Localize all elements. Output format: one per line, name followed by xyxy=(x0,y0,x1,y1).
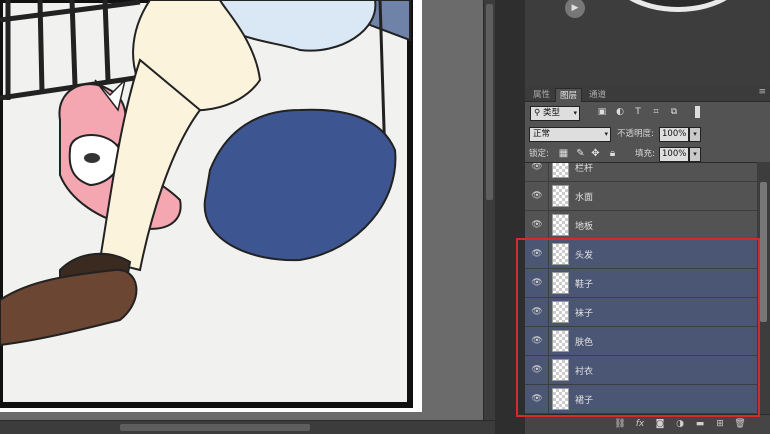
artwork-illustration xyxy=(0,0,483,420)
layer-thumbnail xyxy=(552,163,569,178)
blend-row: 正常 ▾ 不透明度: 100% ▾ xyxy=(525,124,770,146)
navigator-preview: ▶ xyxy=(525,0,770,86)
layers-bottom-bar: ⛓ fx ◙ ◑ ▬ ⊞ 🗑︎ xyxy=(525,414,770,434)
layer-name: 水面 xyxy=(575,193,594,203)
folder-icon[interactable]: ▬ xyxy=(693,418,707,431)
lock-label: 锁定: xyxy=(529,149,549,159)
canvas-vertical-scrollbar[interactable] xyxy=(483,0,495,420)
eye-icon[interactable]: 👁︎ xyxy=(528,335,546,347)
play-icon[interactable]: ▶ xyxy=(565,0,585,18)
shape-filter-icon[interactable]: ⌗ xyxy=(651,107,661,117)
layer-row[interactable]: 👁︎ 裙子 xyxy=(525,385,757,414)
eye-icon[interactable]: 👁︎ xyxy=(528,190,546,202)
layer-thumbnail xyxy=(552,359,569,381)
eye-icon[interactable]: 👁︎ xyxy=(528,163,546,173)
lock-position-icon[interactable]: ✥ xyxy=(590,148,601,159)
tab-layers[interactable]: 图层 xyxy=(555,88,583,102)
divider xyxy=(548,211,549,240)
layer-row[interactable]: 👁︎ 栏杆 xyxy=(525,163,757,182)
layers-panel: ▶ 属性 图层 通道 ≡ ⚲ 类型 ▾ ▣ ◐ T ⌗ ⧉ 正常 ▾ 不透明度: 1… xyxy=(525,0,770,434)
smart-object-filter-icon[interactable]: ⧉ xyxy=(669,107,679,117)
divider xyxy=(548,269,549,298)
eye-icon[interactable]: 👁︎ xyxy=(528,277,546,289)
new-layer-icon[interactable]: ⊞ xyxy=(713,418,727,431)
filter-kind-label: 类型 xyxy=(542,108,560,118)
layer-row[interactable]: 👁︎ 鞋子 xyxy=(525,269,757,298)
divider xyxy=(548,240,549,269)
eye-icon[interactable]: 👁︎ xyxy=(528,364,546,376)
dock-divider xyxy=(495,0,525,434)
layer-name: 衬衣 xyxy=(575,367,594,377)
document-canvas[interactable] xyxy=(0,0,483,420)
pixel-filter-icon[interactable]: ▣ xyxy=(597,107,607,117)
fill-input[interactable]: 100% xyxy=(659,147,689,162)
panel-tabbar: 属性 图层 通道 ≡ xyxy=(525,86,770,102)
divider xyxy=(548,356,549,385)
layer-row[interactable]: 👁︎ 地板 xyxy=(525,211,757,240)
tab-properties[interactable]: 属性 xyxy=(529,88,554,102)
fill-slider-arrow[interactable]: ▾ xyxy=(689,147,701,162)
layer-filter-row: ⚲ 类型 ▾ ▣ ◐ T ⌗ ⧉ xyxy=(525,103,770,125)
scroll-thumb[interactable] xyxy=(486,4,493,200)
lock-transparency-icon[interactable]: ▦ xyxy=(558,148,569,159)
opacity-input[interactable]: 100% xyxy=(659,127,689,142)
blend-mode-dropdown[interactable]: 正常 ▾ xyxy=(529,127,611,142)
lock-brush-icon[interactable]: ✎ xyxy=(575,148,586,159)
divider xyxy=(548,298,549,327)
layer-name: 鞋子 xyxy=(575,280,594,290)
layer-name: 裙子 xyxy=(575,396,594,406)
opacity-label: 不透明度: xyxy=(617,129,654,139)
divider xyxy=(548,163,549,182)
layer-row[interactable]: 👁︎ 衬衣 xyxy=(525,356,757,385)
layer-thumbnail xyxy=(552,214,569,236)
link-icon[interactable]: ⛓ xyxy=(613,418,627,431)
layer-name: 肤色 xyxy=(575,338,594,348)
layer-thumbnail xyxy=(552,243,569,265)
layer-row[interactable]: 👁︎ 头发 xyxy=(525,240,757,269)
fill-label: 填充: xyxy=(635,149,655,159)
layer-name: 栏杆 xyxy=(575,164,594,174)
layer-thumbnail xyxy=(552,330,569,352)
navigator-wheel xyxy=(603,0,753,12)
layer-row[interactable]: 👁︎ 袜子 xyxy=(525,298,757,327)
mask-icon[interactable]: ◙ xyxy=(653,418,667,431)
adjustment-icon[interactable]: ◑ xyxy=(673,418,687,431)
trash-icon[interactable]: 🗑︎ xyxy=(733,418,747,431)
chevron-down-icon: ▾ xyxy=(604,130,608,138)
layer-thumbnail xyxy=(552,272,569,294)
divider xyxy=(548,327,549,356)
canvas-horizontal-scrollbar[interactable] xyxy=(0,420,520,434)
eye-icon[interactable]: 👁︎ xyxy=(528,393,546,405)
divider xyxy=(548,182,549,211)
layer-name: 袜子 xyxy=(575,309,594,319)
panel-menu-icon[interactable]: ≡ xyxy=(758,87,766,97)
tab-channels[interactable]: 通道 xyxy=(585,88,610,102)
scroll-thumb[interactable] xyxy=(760,182,767,322)
opacity-slider-arrow[interactable]: ▾ xyxy=(689,127,701,142)
layer-row[interactable]: 👁︎ 肤色 xyxy=(525,327,757,356)
layer-name: 地板 xyxy=(575,222,594,232)
eye-icon[interactable]: 👁︎ xyxy=(528,219,546,231)
chevron-down-icon: ▾ xyxy=(573,109,577,117)
layer-row[interactable]: 👁︎ 水面 xyxy=(525,182,757,211)
divider xyxy=(548,385,549,414)
filter-kind-dropdown[interactable]: ⚲ 类型 ▾ xyxy=(530,106,580,121)
layer-thumbnail xyxy=(552,301,569,323)
blend-mode-value: 正常 xyxy=(533,129,551,139)
layer-name: 头发 xyxy=(575,251,594,261)
filter-toggle-icon[interactable] xyxy=(695,106,700,118)
eye-icon[interactable]: 👁︎ xyxy=(528,248,546,260)
search-icon: ⚲ xyxy=(534,108,543,118)
eye-icon[interactable]: 👁︎ xyxy=(528,306,546,318)
scroll-thumb[interactable] xyxy=(120,424,310,431)
fx-icon[interactable]: fx xyxy=(633,418,647,431)
adjustment-filter-icon[interactable]: ◐ xyxy=(615,107,625,117)
layer-list: 👁︎ 栏杆 👁︎ 水面 👁︎ 地板 👁︎ 头发 👁︎ 鞋子 👁︎ 袜子 👁︎ 肤… xyxy=(525,162,757,414)
layer-list-scrollbar[interactable] xyxy=(757,162,770,414)
layer-thumbnail xyxy=(552,388,569,410)
layer-thumbnail xyxy=(552,185,569,207)
lock-all-icon[interactable]: 🔒︎ xyxy=(607,148,618,159)
type-filter-icon[interactable]: T xyxy=(633,107,643,117)
